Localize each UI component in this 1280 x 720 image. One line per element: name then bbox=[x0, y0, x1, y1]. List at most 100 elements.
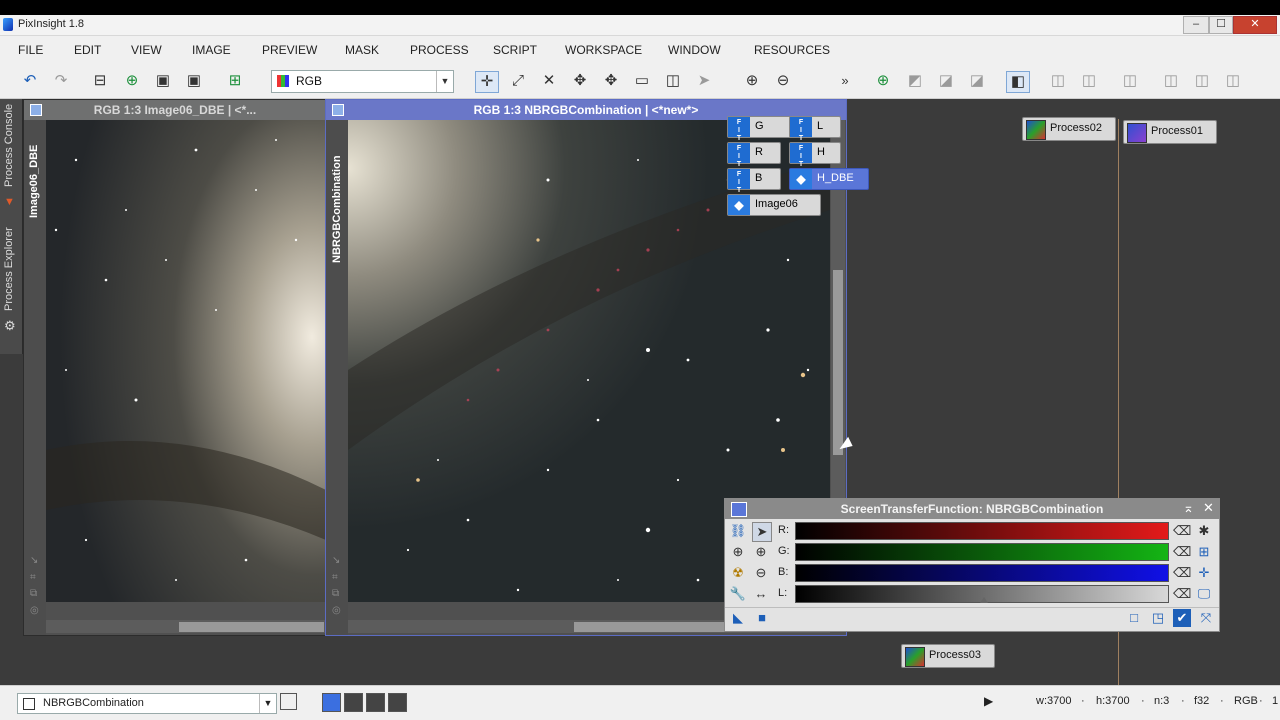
zoom-fit-icon[interactable]: ⤢ bbox=[507, 71, 529, 91]
history-undo-icon[interactable]: ◫ bbox=[1047, 71, 1069, 91]
corner-icon-3[interactable]: ⧉ bbox=[332, 588, 339, 599]
view-icon-image06[interactable]: ◆ Image06 bbox=[727, 194, 821, 216]
mask-new-icon[interactable]: ⊕ bbox=[872, 71, 894, 91]
file-icon-r[interactable]: FIT R bbox=[727, 142, 781, 168]
shade-icon[interactable]: ⌅ bbox=[1183, 500, 1194, 516]
scrollbar-thumb[interactable] bbox=[179, 622, 324, 632]
zoom-out-icon[interactable]: ⊖ bbox=[752, 564, 770, 582]
maximize-button[interactable]: ☐ bbox=[1209, 16, 1233, 34]
corner-icon-1[interactable]: ↘ bbox=[30, 555, 38, 566]
channel-slider-b[interactable] bbox=[795, 564, 1169, 582]
reset-b-icon[interactable]: ⌫ bbox=[1173, 564, 1191, 582]
file-icon-l[interactable]: FIT L bbox=[789, 116, 841, 142]
zoom-in-icon[interactable]: ⊕ bbox=[741, 71, 763, 91]
new-instance-icon[interactable]: ◣ bbox=[729, 609, 747, 627]
view-selector[interactable]: NBRGBCombination ▼ bbox=[17, 693, 277, 714]
menu-script[interactable]: SCRIPT bbox=[493, 43, 537, 57]
color-space-select[interactable]: RGB ▼ bbox=[271, 70, 454, 93]
settings-icon[interactable]: ✱ bbox=[1195, 522, 1213, 540]
channel-slider-r[interactable] bbox=[795, 522, 1169, 540]
close-button[interactable]: ✕ bbox=[1233, 16, 1277, 34]
pan-mode-icon[interactable]: ✥ bbox=[569, 71, 591, 91]
view-icon-h-dbe[interactable]: ◆ H_DBE bbox=[789, 168, 869, 190]
expand-icon[interactable]: ⤧ bbox=[1197, 609, 1215, 627]
zoom-out-icon[interactable]: ⊖ bbox=[772, 71, 794, 91]
process-icon-process03[interactable]: Process03 bbox=[901, 644, 995, 668]
view-id-tab[interactable]: Image06_DBE bbox=[28, 145, 40, 218]
image-window-titlebar[interactable]: RGB 1:3 Image06_DBE | <*... bbox=[24, 100, 326, 120]
file-icon-b[interactable]: FIT B bbox=[727, 168, 781, 194]
stf-titlebar[interactable]: ScreenTransferFunction: NBRGBCombination bbox=[725, 499, 1219, 519]
new-image-icon[interactable]: ⊕ bbox=[121, 71, 143, 91]
preview-mode-3[interactable] bbox=[366, 693, 385, 712]
zoom-in-alt-icon[interactable]: ⊕ bbox=[752, 543, 770, 561]
reset-g-icon[interactable]: ⌫ bbox=[1173, 543, 1191, 561]
zoom-in-icon[interactable]: ⊕ bbox=[729, 543, 747, 561]
image-view-icon[interactable]: ▣ bbox=[152, 71, 174, 91]
preview-redo-icon[interactable]: ◫ bbox=[1191, 71, 1213, 91]
close-icon[interactable]: ✕ bbox=[1203, 500, 1214, 516]
new-window-icon[interactable] bbox=[280, 693, 297, 710]
menu-image[interactable]: IMAGE bbox=[192, 43, 231, 57]
toolbar-overflow-icon[interactable]: » bbox=[834, 71, 856, 91]
preview-clear-icon[interactable]: ◫ bbox=[1222, 71, 1244, 91]
add-view-icon[interactable]: ⊞ bbox=[224, 71, 246, 91]
reset-instance-icon[interactable]: ◳ bbox=[1149, 609, 1167, 627]
history-redo-icon[interactable]: ◫ bbox=[1078, 71, 1100, 91]
link-channels-icon[interactable]: ⛓ bbox=[729, 522, 747, 540]
readout-mode-icon[interactable]: ✛ bbox=[475, 71, 499, 93]
redo-icon[interactable]: ↷ bbox=[50, 71, 72, 91]
gear-icon[interactable]: ⚙ bbox=[4, 318, 16, 334]
tab-process-explorer[interactable]: Process Explorer bbox=[3, 227, 15, 311]
reset-r-icon[interactable]: ⌫ bbox=[1173, 522, 1191, 540]
monitor-icon[interactable]: 🖵 bbox=[1195, 585, 1213, 603]
image-container-icon[interactable]: ▣ bbox=[183, 71, 205, 91]
horizontal-arrows-icon[interactable]: ↔ bbox=[752, 585, 770, 603]
midtones-handle[interactable] bbox=[980, 597, 988, 603]
process-icon-process01[interactable]: Process01 bbox=[1123, 120, 1217, 144]
preview-mode-1[interactable] bbox=[322, 693, 341, 712]
corner-icon-1[interactable]: ↘ bbox=[332, 555, 340, 566]
corner-icon-4[interactable]: ◎ bbox=[30, 605, 39, 616]
scrollbar-thumb[interactable] bbox=[574, 622, 724, 632]
menu-edit[interactable]: EDIT bbox=[74, 43, 101, 57]
horizontal-scrollbar[interactable] bbox=[46, 620, 326, 633]
file-icon-h[interactable]: FIT H bbox=[789, 142, 841, 168]
preview-mode-4[interactable] bbox=[388, 693, 407, 712]
mask-remove-icon[interactable]: ◪ bbox=[966, 71, 988, 91]
image-canvas[interactable] bbox=[46, 120, 326, 602]
menu-file[interactable]: FILE bbox=[18, 43, 43, 57]
mask-invert-icon[interactable]: ◪ bbox=[935, 71, 957, 91]
corner-icon-4[interactable]: ◎ bbox=[332, 605, 341, 616]
corner-icon-3[interactable]: ⧉ bbox=[30, 588, 37, 599]
browse-docs-icon[interactable]: □ bbox=[1125, 609, 1143, 627]
tools-icon[interactable]: 🔧 bbox=[729, 585, 747, 603]
menu-window[interactable]: WINDOW bbox=[668, 43, 721, 57]
process-icon[interactable]: ⊟ bbox=[89, 71, 111, 91]
apply-icon[interactable]: ✔ bbox=[1173, 609, 1191, 627]
edit-mode-icon[interactable]: ➤ bbox=[752, 522, 772, 542]
menu-resources[interactable]: RESOURCES bbox=[754, 43, 830, 57]
image-window-image06-dbe[interactable]: RGB 1:3 Image06_DBE | <*... Image06_DBE bbox=[23, 99, 327, 636]
select-mode-icon[interactable]: ➤ bbox=[693, 71, 715, 91]
menu-preview[interactable]: PREVIEW bbox=[262, 43, 317, 57]
vertical-scrollbar-thumb[interactable] bbox=[833, 270, 843, 455]
play-icon[interactable]: ▶ bbox=[984, 694, 993, 708]
mask-edit-icon[interactable]: ◩ bbox=[904, 71, 926, 91]
stf-auto-icon[interactable]: ◧ bbox=[1006, 71, 1030, 93]
corner-icon-2[interactable]: ⌗ bbox=[332, 572, 338, 583]
new-preview-icon[interactable]: ◫ bbox=[662, 71, 684, 91]
preview-undo-icon[interactable]: ◫ bbox=[1160, 71, 1182, 91]
undo-icon[interactable]: ↶ bbox=[19, 71, 41, 91]
center-view-icon[interactable]: ✥ bbox=[600, 71, 622, 91]
menu-view[interactable]: VIEW bbox=[131, 43, 162, 57]
process-icon-process02[interactable]: Process02 bbox=[1022, 117, 1116, 141]
view-id-tab[interactable]: NBRGBCombination bbox=[331, 155, 343, 263]
apply-global-icon[interactable]: ■ bbox=[753, 609, 771, 627]
tab-process-console[interactable]: Process Console bbox=[3, 104, 15, 187]
edit-preview-icon[interactable]: ▭ bbox=[631, 71, 653, 91]
menu-process[interactable]: PROCESS bbox=[410, 43, 469, 57]
corner-icon-2[interactable]: ⌗ bbox=[30, 572, 36, 583]
track-view-icon[interactable]: ⊞ bbox=[1195, 543, 1213, 561]
reset-l-icon[interactable]: ⌫ bbox=[1173, 585, 1191, 603]
